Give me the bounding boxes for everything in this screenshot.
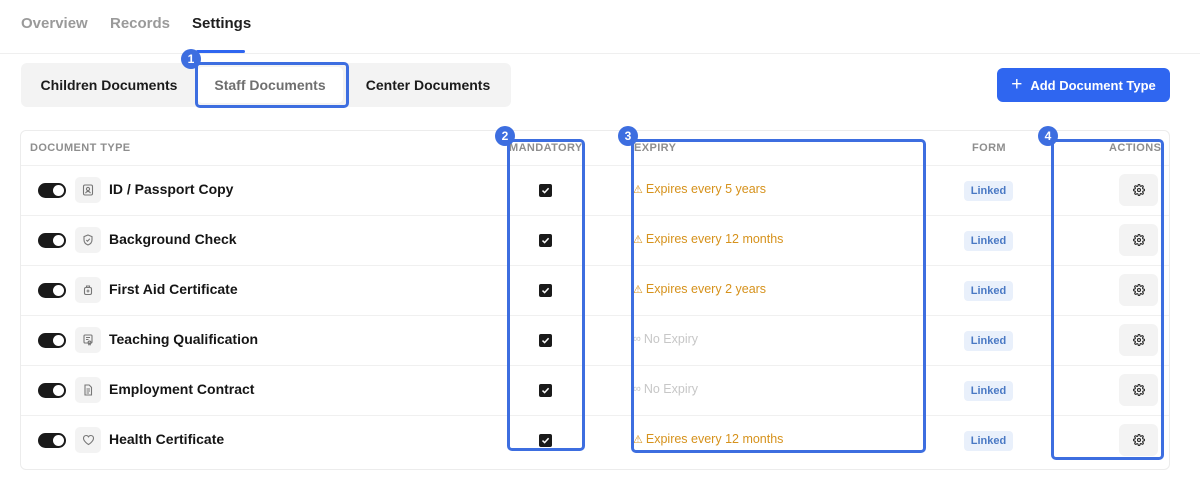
gear-icon	[1132, 434, 1145, 446]
form-linked-badge[interactable]: Linked	[964, 281, 1013, 301]
expiry-text: Expires every 5 years	[645, 182, 767, 196]
form-linked-badge[interactable]: Linked	[964, 381, 1013, 401]
mandatory-checkbox[interactable]	[539, 384, 552, 397]
plus-icon: +	[1011, 73, 1023, 95]
heart-icon	[75, 427, 101, 453]
mandatory-checkbox[interactable]	[539, 434, 552, 447]
certificate-icon	[75, 327, 101, 353]
add-button-label: Add Document Type	[1030, 77, 1156, 93]
warning-icon: ⚠	[633, 433, 643, 446]
row-enabled-toggle[interactable]	[38, 433, 66, 448]
row-divider	[21, 315, 1169, 316]
form-linked-badge[interactable]: Linked	[964, 431, 1013, 451]
gear-icon	[1132, 184, 1145, 196]
row-divider	[21, 265, 1169, 266]
checkmark-icon	[541, 387, 550, 394]
divider	[0, 53, 1200, 54]
row-enabled-toggle[interactable]	[38, 233, 66, 248]
mandatory-checkbox[interactable]	[539, 234, 552, 247]
document-name: Background Check	[109, 231, 237, 247]
add-document-type-button[interactable]: + Add Document Type	[997, 68, 1170, 102]
segment-center-documents[interactable]: Center Documents	[353, 63, 503, 107]
id-card-icon	[75, 177, 101, 203]
row-settings-button[interactable]	[1119, 324, 1158, 356]
expiry-status: ⚠ Expires every 2 years	[633, 282, 766, 296]
document-name: Health Certificate	[109, 431, 225, 447]
document-name: ID / Passport Copy	[109, 181, 234, 197]
gear-icon	[1132, 334, 1145, 346]
expiry-status: ∞ No Expiry	[633, 332, 698, 346]
mandatory-checkbox[interactable]	[539, 184, 552, 197]
gear-icon	[1132, 384, 1145, 396]
form-linked-badge[interactable]: Linked	[964, 181, 1013, 201]
expiry-status: ⚠ Expires every 12 months	[633, 432, 783, 446]
row-settings-button[interactable]	[1119, 274, 1158, 306]
segment-children-documents[interactable]: Children Documents	[29, 63, 189, 107]
document-name: First Aid Certificate	[109, 281, 238, 297]
form-linked-badge[interactable]: Linked	[964, 231, 1013, 251]
annotation-badge-2: 2	[495, 126, 515, 146]
row-enabled-toggle[interactable]	[38, 333, 66, 348]
row-divider	[21, 215, 1169, 216]
row-enabled-toggle[interactable]	[38, 283, 66, 298]
infinity-icon: ∞	[633, 333, 641, 345]
checkmark-icon	[541, 187, 550, 194]
gear-icon	[1132, 234, 1145, 246]
document-icon	[75, 377, 101, 403]
row-divider	[21, 165, 1169, 166]
expiry-text: Expires every 12 months	[645, 432, 784, 446]
annotation-badge-3: 3	[618, 126, 638, 146]
checkmark-icon	[541, 287, 550, 294]
row-settings-button[interactable]	[1119, 374, 1158, 406]
form-linked-badge[interactable]: Linked	[964, 331, 1013, 351]
header-document-type: DOCUMENT TYPE	[30, 142, 131, 154]
expiry-status: ⚠ Expires every 12 months	[633, 232, 783, 246]
expiry-status: ∞ No Expiry	[633, 382, 698, 396]
segment-staff-documents[interactable]: Staff Documents	[197, 67, 343, 103]
tab-overview[interactable]: Overview	[21, 15, 88, 32]
row-enabled-toggle[interactable]	[38, 183, 66, 198]
tab-records[interactable]: Records	[110, 15, 170, 32]
row-divider	[21, 415, 1169, 416]
header-expiry: EXPIRY	[634, 142, 677, 154]
annotation-badge-4: 4	[1038, 126, 1058, 146]
row-settings-button[interactable]	[1119, 174, 1158, 206]
shield-icon	[75, 227, 101, 253]
document-name: Teaching Qualification	[109, 331, 259, 347]
top-tabs: Overview Records Settings	[0, 0, 1200, 54]
expiry-text: Expires every 12 months	[645, 232, 784, 246]
header-actions: ACTIONS	[1109, 142, 1162, 154]
checkmark-icon	[541, 337, 550, 344]
tab-settings[interactable]: Settings	[192, 15, 251, 32]
mandatory-checkbox[interactable]	[539, 284, 552, 297]
expiry-text: No Expiry	[643, 332, 699, 346]
expiry-text: Expires every 2 years	[645, 282, 767, 296]
warning-icon: ⚠	[633, 233, 643, 246]
mandatory-checkbox[interactable]	[539, 334, 552, 347]
document-name: Employment Contract	[109, 381, 255, 397]
row-divider	[21, 365, 1169, 366]
infinity-icon: ∞	[633, 383, 641, 395]
row-settings-button[interactable]	[1119, 424, 1158, 456]
document-category-switcher: Children Documents Staff Documents Cente…	[21, 63, 511, 107]
warning-icon: ⚠	[633, 183, 643, 196]
expiry-status: ⚠ Expires every 5 years	[633, 182, 766, 196]
header-mandatory: MANDATORY	[509, 142, 583, 154]
expiry-text: No Expiry	[643, 382, 699, 396]
header-form: FORM	[972, 142, 1006, 154]
first-aid-icon	[75, 277, 101, 303]
row-settings-button[interactable]	[1119, 224, 1158, 256]
row-enabled-toggle[interactable]	[38, 383, 66, 398]
checkmark-icon	[541, 237, 550, 244]
warning-icon: ⚠	[633, 283, 643, 296]
gear-icon	[1132, 284, 1145, 296]
annotation-badge-1: 1	[181, 49, 201, 69]
checkmark-icon	[541, 437, 550, 444]
